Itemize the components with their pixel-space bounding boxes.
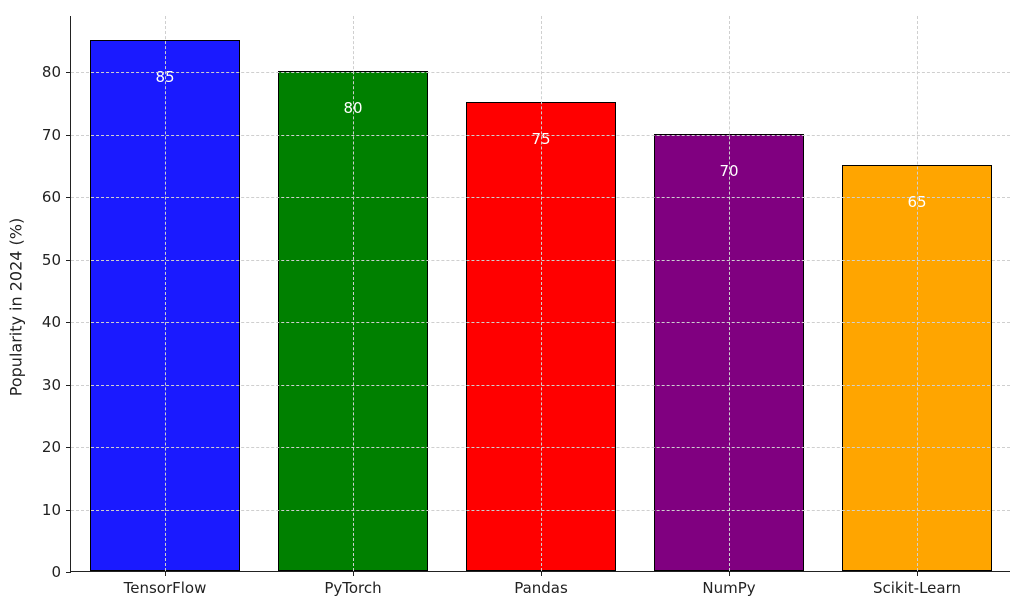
y-tick-label: 80 bbox=[42, 63, 71, 81]
y-tick-label: 30 bbox=[42, 376, 71, 394]
plot-area: 8580757065 01020304050607080TensorFlowPy… bbox=[70, 16, 1010, 572]
x-tick-label: NumPy bbox=[702, 571, 755, 597]
chart-container: Popularity in 2024 (%) 8580757065 010203… bbox=[0, 0, 1024, 614]
y-tick-label: 0 bbox=[51, 563, 71, 581]
y-tick-label: 20 bbox=[42, 438, 71, 456]
x-tick-label: PyTorch bbox=[324, 571, 381, 597]
y-tick-label: 10 bbox=[42, 501, 71, 519]
y-tick-label: 50 bbox=[42, 251, 71, 269]
y-tick-label: 60 bbox=[42, 188, 71, 206]
x-grid-line bbox=[541, 16, 542, 571]
x-grid-line bbox=[917, 16, 918, 571]
x-tick-label: Scikit-Learn bbox=[873, 571, 961, 597]
x-grid-line bbox=[165, 16, 166, 571]
y-tick-label: 70 bbox=[42, 126, 71, 144]
x-grid-line bbox=[729, 16, 730, 571]
y-axis-label: Popularity in 2024 (%) bbox=[7, 218, 26, 396]
x-tick-label: Pandas bbox=[514, 571, 568, 597]
y-tick-label: 40 bbox=[42, 313, 71, 331]
x-grid-line bbox=[353, 16, 354, 571]
x-tick-label: TensorFlow bbox=[124, 571, 207, 597]
